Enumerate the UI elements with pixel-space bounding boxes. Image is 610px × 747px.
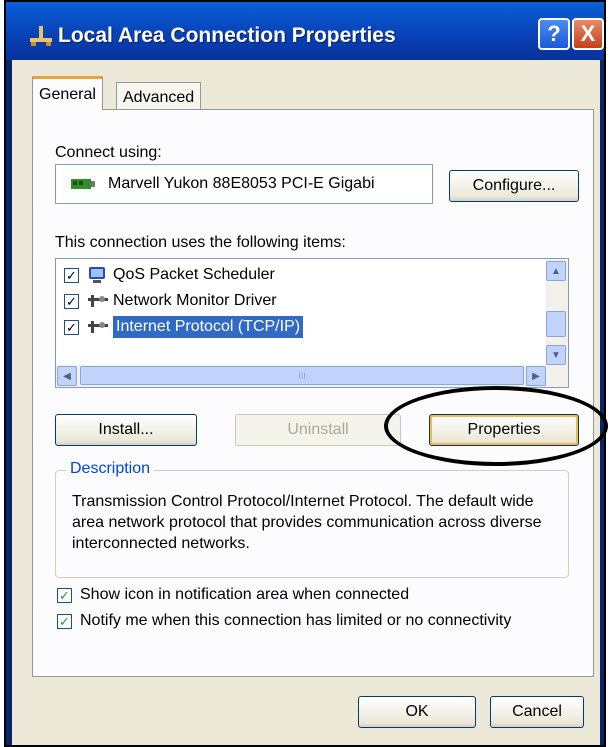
close-button[interactable]: X (572, 18, 604, 50)
tab-advanced[interactable]: Advanced (116, 82, 202, 112)
adapter-field[interactable]: Marvell Yukon 88E8053 PCI-E Gigabi (55, 164, 433, 204)
notify-label: Notify me when this connection has limit… (80, 612, 512, 629)
properties-button[interactable]: Properties (429, 414, 579, 446)
adapter-name: Marvell Yukon 88E8053 PCI-E Gigabi (108, 175, 375, 192)
scroll-left-icon[interactable]: ◀ (57, 366, 77, 386)
items-label: This connection uses the following items… (55, 234, 346, 251)
notify-checkbox[interactable]: ✓ (57, 613, 72, 629)
scroll-down-icon[interactable]: ▼ (546, 345, 566, 365)
connect-using-label: Connect using: (55, 144, 162, 161)
horizontal-scroll-thumb[interactable]: III (80, 366, 524, 385)
item-label: QoS Packet Scheduler (113, 266, 275, 283)
network-adapter-icon (71, 179, 95, 189)
horizontal-scrollbar[interactable]: ◀ III ▶ (56, 365, 568, 387)
description-text: Transmission Control Protocol/Internet P… (72, 493, 542, 552)
network-connection-icon (30, 26, 52, 46)
list-item-selected[interactable]: ✓ Internet Protocol (TCP/IP) (64, 315, 304, 339)
tab-general[interactable]: General (32, 76, 103, 110)
dialog-body: General Advanced Connect using: Marvell … (12, 60, 600, 745)
description-group: Description Transmission Control Protoco… (55, 460, 569, 578)
notify-option[interactable]: ✓ Notify me when this connection has lim… (57, 612, 511, 630)
description-title: Description (66, 460, 155, 478)
scroll-thumb[interactable] (546, 311, 566, 337)
window-title: Local Area Connection Properties (58, 24, 396, 47)
list-item[interactable]: ✓ QoS Packet Scheduler (64, 263, 275, 287)
item-checkbox[interactable]: ✓ (64, 267, 79, 283)
item-checkbox[interactable]: ✓ (64, 319, 79, 335)
item-label: Internet Protocol (TCP/IP) (113, 316, 304, 338)
scheduler-icon (89, 267, 105, 283)
item-label: Network Monitor Driver (113, 292, 277, 309)
show-icon-checkbox[interactable]: ✓ (57, 587, 72, 603)
protocol-icon (88, 321, 108, 333)
show-icon-label: Show icon in notification area when conn… (80, 586, 410, 603)
item-checkbox[interactable]: ✓ (64, 293, 79, 309)
configure-button[interactable]: Configure... (449, 170, 579, 202)
scroll-up-icon[interactable]: ▲ (546, 261, 566, 281)
show-icon-option[interactable]: ✓ Show icon in notification area when co… (57, 586, 409, 604)
install-button[interactable]: Install... (55, 414, 197, 446)
help-button[interactable]: ? (538, 18, 570, 50)
vertical-scrollbar[interactable]: ▲ ▼ (546, 259, 568, 367)
general-tab-panel: Connect using: Marvell Yukon 88E8053 PCI… (32, 109, 594, 677)
title-bar[interactable]: Local Area Connection Properties ? X (6, 2, 604, 60)
uninstall-button[interactable]: Uninstall (235, 414, 401, 446)
components-list[interactable]: ✓ QoS Packet Scheduler ✓ Network Monitor… (55, 258, 569, 388)
protocol-icon (88, 295, 108, 307)
properties-dialog: Local Area Connection Properties ? X Gen… (4, 0, 606, 747)
scroll-right-icon[interactable]: ▶ (526, 366, 546, 386)
ok-button[interactable]: OK (358, 696, 476, 728)
list-item[interactable]: ✓ Network Monitor Driver (64, 289, 277, 313)
cancel-button[interactable]: Cancel (490, 696, 584, 728)
